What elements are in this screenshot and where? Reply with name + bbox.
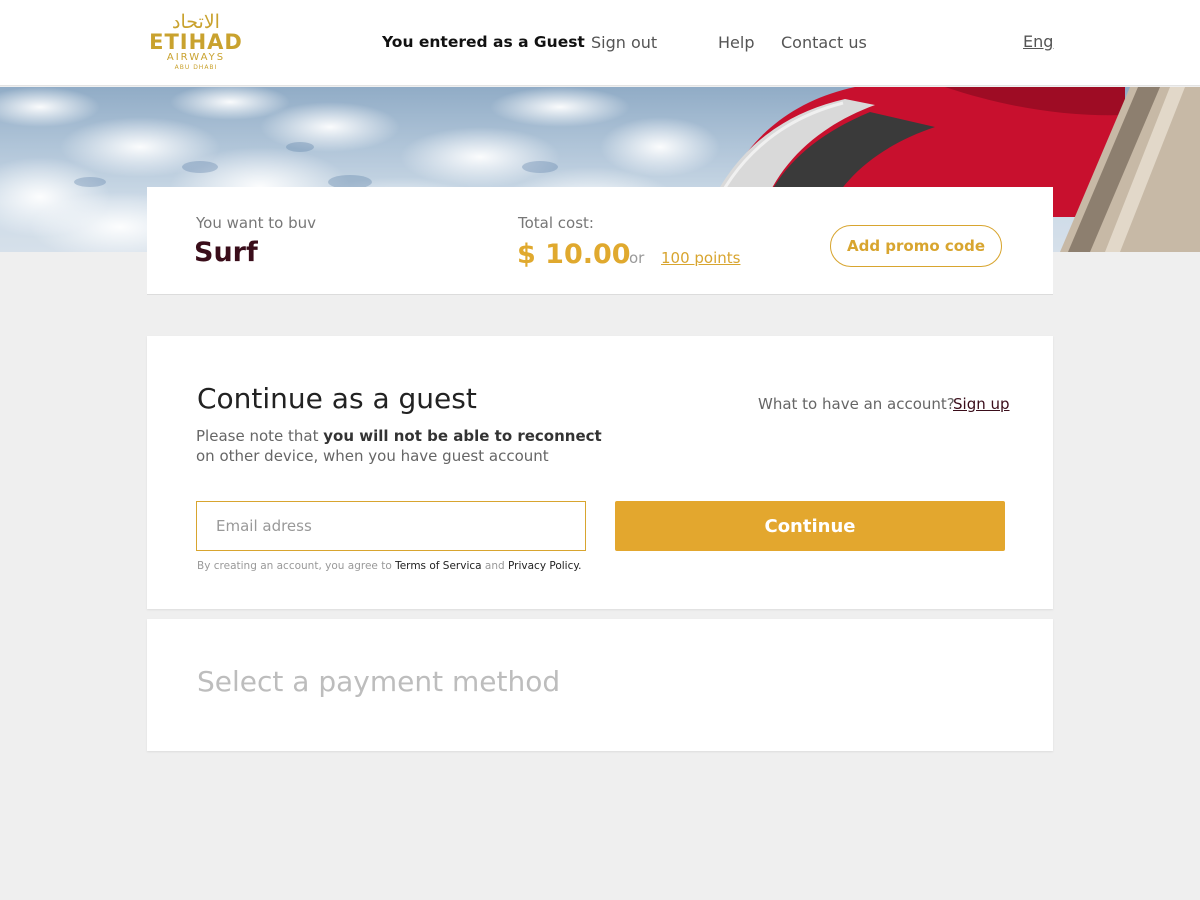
contact-us-link[interactable]: Contact us [781,33,867,52]
payment-method-card: Select a payment method [147,619,1053,751]
privacy-policy-link[interactable]: Privacy Policy. [508,560,581,572]
window-frame-image [1060,87,1200,252]
add-promo-code-button[interactable]: Add promo code [830,225,1002,267]
logo-arabic-text: الاتحاد [172,11,220,33]
total-cost-label: Total cost: [518,214,594,232]
etihad-logo[interactable]: الاتحاد ETIHAD AIRWAYS ABU DHABI [144,12,248,74]
logo-main-text: ETIHAD [149,30,243,54]
guest-checkout-card: Continue as a guest Please note that you… [147,336,1053,609]
language-selector[interactable]: Eng [1023,32,1053,51]
purchase-summary-card: You want to buv Surf Total cost: $ 10.00… [147,187,1053,295]
product-name: Surf [194,237,258,268]
guest-section-title: Continue as a guest [197,382,477,415]
terms-and: and [481,560,509,572]
guest-status: You entered as a Guest [382,33,585,51]
terms-notice: By creating an account, you agree to Ter… [197,560,581,572]
email-input[interactable] [196,501,586,551]
terms-of-service-link[interactable]: Terms of Servica [395,560,482,572]
logo-location-text: ABU DHABI [174,64,218,71]
total-price: $ 10.00 [517,239,631,270]
pay-with-points-link[interactable]: 100 points [661,249,740,267]
or-separator: or [629,249,645,267]
product-label: You want to buv [196,214,316,232]
guest-note-prefix: Please note that [196,427,324,445]
guest-note-suffix: on other device, when you have guest acc… [196,447,549,465]
guest-note-emphasis: you will not be able to reconnect [323,427,602,445]
account-question: What to have an account? [758,395,955,413]
sign-up-link[interactable]: Sign up [953,395,1010,413]
continue-button[interactable]: Continue [615,501,1005,551]
terms-prefix: By creating an account, you agree to [197,560,396,572]
payment-section-title[interactable]: Select a payment method [197,665,560,698]
guest-note: Please note that you will not be able to… [196,426,606,466]
help-link[interactable]: Help [718,33,754,52]
sign-out-link[interactable]: Sign out [591,33,657,52]
site-header: الاتحاد ETIHAD AIRWAYS ABU DHABI You ent… [0,0,1200,86]
